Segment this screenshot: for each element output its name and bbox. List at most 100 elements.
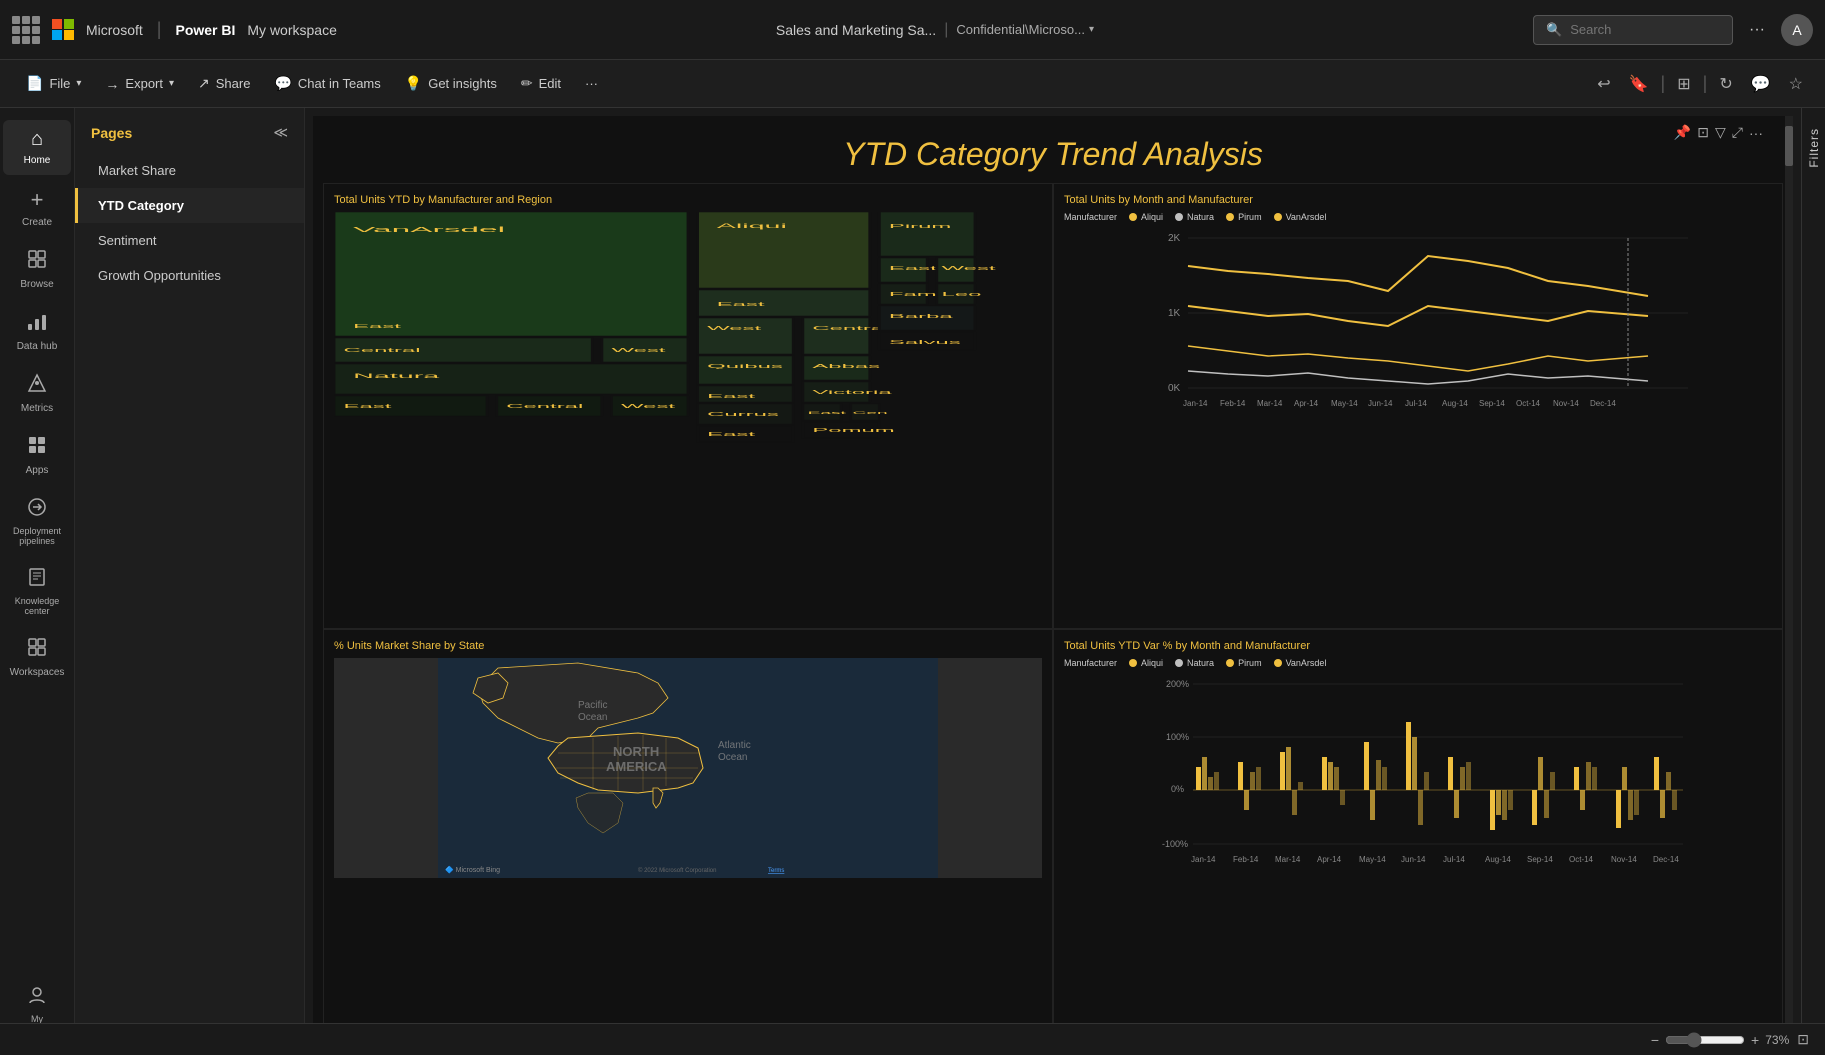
bookmark-button[interactable]: 🔖 — [1623, 70, 1655, 98]
undo-button[interactable]: ↩ — [1591, 70, 1616, 98]
svg-text:2K: 2K — [1168, 233, 1181, 244]
avatar[interactable]: A — [1781, 14, 1813, 46]
svg-text:May-14: May-14 — [1331, 399, 1358, 408]
report-title: Sales and Marketing Sa... — [776, 22, 936, 38]
zoom-level: 73% — [1765, 1033, 1789, 1047]
sidebar-item-knowledge[interactable]: Knowledge center — [3, 559, 71, 625]
confidential-label[interactable]: Confidential\Microso... ▾ — [956, 22, 1094, 37]
page-item-market-share[interactable]: Market Share — [75, 153, 304, 188]
bar-legend-manufacturer: Manufacturer — [1064, 658, 1117, 668]
teams-icon: 💬 — [274, 75, 291, 92]
more-options-toolbar[interactable]: ··· — [575, 70, 608, 97]
legend-aliqui: Aliqui — [1129, 212, 1163, 222]
bar-legend-dot-natura — [1175, 659, 1183, 667]
pin-icon[interactable]: 📌 — [1674, 124, 1691, 141]
bar-chart-legend: Manufacturer Aliqui Natura Pirum — [1064, 658, 1772, 668]
sidebar-item-home[interactable]: ⌂ Home — [3, 120, 71, 175]
sidebar: ⌂ Home + Create Browse — [0, 108, 75, 1055]
legend-dot-natura — [1175, 213, 1183, 221]
sidebar-label-deployment: Deployment pipelines — [9, 527, 65, 547]
more-options-button[interactable]: ··· — [1745, 17, 1769, 43]
svg-text:Currus: Currus — [707, 411, 779, 417]
svg-text:Aug-14: Aug-14 — [1485, 855, 1511, 864]
zoom-controls: − + 73% — [1651, 1032, 1789, 1048]
svg-text:Sep-14: Sep-14 — [1527, 855, 1553, 864]
sidebar-item-metrics[interactable]: Metrics — [3, 365, 71, 423]
edit-button[interactable]: ✏ Edit — [511, 69, 571, 98]
svg-text:Pirum: Pirum — [889, 223, 951, 229]
svg-text:200%: 200% — [1166, 679, 1189, 689]
sidebar-item-create[interactable]: + Create — [3, 179, 71, 237]
sidebar-item-apps[interactable]: Apps — [3, 427, 71, 485]
search-box[interactable]: 🔍 — [1533, 15, 1733, 45]
chevron-down-icon: ▾ — [76, 78, 81, 89]
chat-in-teams-button[interactable]: 💬 Chat in Teams — [264, 69, 390, 98]
page-item-growth-opportunities[interactable]: Growth Opportunities — [75, 258, 304, 293]
sidebar-item-deployment[interactable]: Deployment pipelines — [3, 489, 71, 555]
svg-text:Jul-14: Jul-14 — [1405, 399, 1427, 408]
collapse-pages-button[interactable]: ≪ — [273, 124, 288, 141]
copy-icon[interactable]: ⊡ — [1697, 124, 1709, 141]
svg-text:East: East — [717, 301, 765, 307]
filters-panel[interactable]: Filters — [1801, 108, 1825, 1055]
svg-text:West: West — [942, 265, 996, 271]
comment-button[interactable]: 💬 — [1745, 70, 1777, 98]
favorite-button[interactable]: ☆ — [1783, 70, 1809, 98]
bar-chart-panel: Total Units YTD Var % by Month and Manuf… — [1053, 629, 1783, 1035]
workspace-label[interactable]: My workspace — [247, 22, 336, 38]
legend-dot-vanarsdel — [1274, 213, 1282, 221]
line-chart-title: Total Units by Month and Manufacturer — [1064, 194, 1772, 206]
page-item-ytd-category[interactable]: YTD Category — [75, 188, 304, 223]
powerbi-brand: Power BI — [175, 22, 235, 38]
more-visual-options[interactable]: ··· — [1749, 124, 1763, 141]
svg-text:Central: Central — [812, 325, 889, 331]
view-options-button[interactable]: ⊞ — [1671, 70, 1696, 98]
svg-text:🔷 Microsoft Bing: 🔷 Microsoft Bing — [445, 865, 500, 874]
filter-icon[interactable]: ▽ — [1715, 124, 1726, 141]
svg-text:Aug-14: Aug-14 — [1442, 399, 1468, 408]
svg-text:Barba: Barba — [889, 313, 953, 319]
svg-text:West: West — [707, 325, 761, 331]
fit-to-page-button[interactable]: ⊡ — [1797, 1031, 1809, 1048]
share-button[interactable]: ↗ Share — [188, 69, 260, 98]
workspaces-icon — [27, 637, 47, 663]
svg-text:Nov-14: Nov-14 — [1611, 855, 1637, 864]
chevron-down-icon: ▾ — [169, 78, 174, 89]
sidebar-label-browse: Browse — [20, 279, 53, 291]
apps-icon — [27, 435, 47, 461]
svg-text:Sep-14: Sep-14 — [1479, 399, 1505, 408]
svg-text:Leo: Leo — [942, 291, 982, 297]
sidebar-item-browse[interactable]: Browse — [3, 241, 71, 299]
svg-text:Oct-14: Oct-14 — [1569, 855, 1594, 864]
file-button[interactable]: 📄 File ▾ — [16, 69, 91, 98]
refresh-button[interactable]: ↻ — [1713, 70, 1738, 98]
line-chart-container[interactable]: 2K 1K 0K — [1064, 226, 1772, 446]
page-item-sentiment[interactable]: Sentiment — [75, 223, 304, 258]
share-icon: ↗ — [198, 75, 210, 92]
pages-title: Pages — [91, 125, 132, 141]
bar-chart-container[interactable]: 200% 100% 0% -100% — [1064, 672, 1772, 872]
svg-text:East: East — [707, 431, 755, 437]
toolbar: 📄 File ▾ → Export ▾ ↗ Share 💬 Chat in Te… — [0, 60, 1825, 108]
zoom-plus-button[interactable]: + — [1751, 1032, 1759, 1048]
scroll-indicator[interactable] — [1785, 116, 1793, 1047]
scroll-thumb[interactable] — [1785, 126, 1793, 166]
map-container[interactable]: Pacific Ocean Atlantic Ocean NORTH AMERI… — [334, 658, 1042, 878]
zoom-minus-button[interactable]: − — [1651, 1032, 1659, 1048]
zoom-slider[interactable] — [1665, 1032, 1745, 1048]
expand-icon[interactable]: ⤢ — [1732, 124, 1743, 141]
get-insights-button[interactable]: 💡 Get insights — [395, 69, 507, 98]
treemap-container[interactable]: VanArsdel East Central West — [334, 212, 1042, 472]
report-area: 📌 ⊡ ▽ ⤢ ··· YTD Category Trend Analysis … — [305, 108, 1801, 1055]
chevron-down-icon: ▾ — [1089, 24, 1094, 35]
sidebar-item-workspaces[interactable]: Workspaces — [3, 629, 71, 687]
app-launcher-icon[interactable] — [12, 16, 40, 44]
treemap-svg: VanArsdel East Central West — [334, 212, 1042, 472]
svg-text:VanArsdel: VanArsdel — [353, 226, 505, 234]
search-input[interactable] — [1570, 22, 1710, 37]
svg-text:Jul-14: Jul-14 — [1443, 855, 1465, 864]
charts-grid: Total Units YTD by Manufacturer and Regi… — [313, 183, 1793, 1034]
export-button[interactable]: → Export ▾ — [95, 70, 184, 98]
sidebar-item-datahub[interactable]: Data hub — [3, 303, 71, 361]
svg-text:Jun-14: Jun-14 — [1401, 855, 1426, 864]
